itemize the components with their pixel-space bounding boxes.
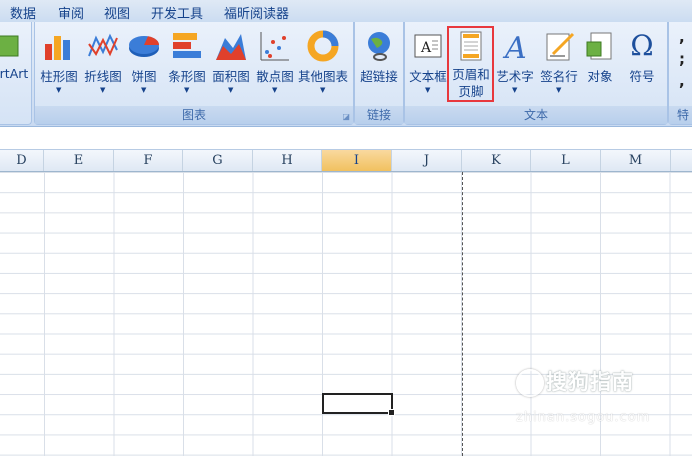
chevron-down-icon: ▼ [272, 86, 278, 94]
column-header-l[interactable]: L [531, 150, 601, 171]
charts-group-label: 图表 [35, 106, 353, 124]
column-header-k[interactable]: K [462, 150, 531, 171]
text-group: A 文本框 ▼ 页眉和 页脚 A 艺术字 ▼ 签名行 ▼ 对象 Ω 符号 文本 [404, 22, 668, 125]
column-header-f[interactable]: F [114, 150, 183, 171]
line-chart-label: 折线图 [84, 69, 122, 84]
smartart-group: rtArt [0, 22, 32, 125]
column-header-e[interactable]: E [44, 150, 114, 171]
column-chart-icon [45, 36, 70, 60]
chevron-down-icon: ▼ [56, 86, 62, 94]
pie-chart-label: 饼图 [131, 69, 157, 84]
punctuation-symbols[interactable]: , ; , [679, 26, 687, 92]
text-group-label: 文本 [405, 106, 667, 124]
chevron-down-icon: ▼ [512, 86, 518, 94]
formula-bar[interactable] [0, 127, 692, 150]
smartart-label: rtArt [0, 66, 29, 81]
dialog-launcher-icon[interactable]: ◪ [342, 112, 350, 121]
ribbon: rtArt 柱形图 ▼ 折线图 ▼ 饼图 ▼ 条形图 ▼ 面积图 ▼ 散点图 ▼… [0, 22, 692, 127]
scatter-chart-label: 散点图 [256, 69, 294, 84]
line-chart-icon [88, 33, 118, 57]
column-header-m[interactable]: M [601, 150, 671, 171]
signature-line-label: 签名行 [540, 69, 578, 84]
textbox-label: 文本框 [409, 69, 447, 84]
page-break-line [462, 172, 463, 456]
chevron-down-icon: ▼ [425, 86, 431, 94]
chevron-down-icon: ▼ [320, 86, 326, 94]
omega-symbol-icon: Ω [630, 29, 654, 62]
column-header-j[interactable]: J [392, 150, 462, 171]
charts-group: 柱形图 ▼ 折线图 ▼ 饼图 ▼ 条形图 ▼ 面积图 ▼ 散点图 ▼ 其他图表 … [34, 22, 354, 125]
svg-text:A: A [502, 31, 527, 62]
column-headers: D E F G H I J K L M [0, 150, 692, 172]
menu-review[interactable]: 审阅 [58, 3, 84, 22]
wordart-label: 艺术字 [496, 69, 534, 84]
column-header-partial[interactable] [671, 150, 692, 171]
watermark-url: zhinan.sogou.com [516, 410, 651, 425]
area-chart-label: 面积图 [212, 69, 250, 84]
object-icon [586, 32, 612, 60]
svg-text:A: A [420, 40, 432, 56]
other-charts-label: 其他图表 [297, 69, 348, 84]
area-chart-icon [216, 34, 246, 60]
header-footer-highlight-box [447, 26, 494, 102]
links-group-label: 链接 [355, 106, 403, 124]
textbox-icon: A [414, 34, 442, 58]
wordart-icon: A [502, 31, 527, 62]
menu-view[interactable]: 视图 [104, 3, 130, 22]
bar-chart-icon [173, 33, 201, 58]
special-group-label: 特 [669, 106, 692, 124]
chevron-down-icon: ▼ [141, 86, 147, 94]
hyperlink-label: 超链接 [360, 69, 398, 84]
sogou-logo-icon [516, 369, 544, 397]
links-group: 超链接 链接 [354, 22, 404, 125]
watermark-text: 搜狗指南 [546, 370, 634, 394]
pie-chart-icon [129, 36, 160, 57]
chevron-down-icon: ▼ [556, 86, 562, 94]
menu-developer[interactable]: 开发工具 [151, 3, 203, 22]
bar-chart-label: 条形图 [168, 69, 206, 84]
active-cell[interactable] [322, 393, 395, 416]
donut-chart-icon [307, 30, 339, 62]
signature-pen-icon [546, 32, 575, 61]
menu-data[interactable]: 数据 [10, 3, 36, 22]
hyperlink-globe-icon [368, 32, 390, 61]
chevron-down-icon: ▼ [100, 86, 106, 94]
column-header-g[interactable]: G [183, 150, 253, 171]
special-symbols-group: , ; , 特 [668, 22, 692, 125]
menu-bar: 数据 审阅 视图 开发工具 福昕阅读器 [0, 0, 692, 22]
column-header-h[interactable]: H [253, 150, 322, 171]
object-label: 对象 [587, 69, 613, 84]
chevron-down-icon: ▼ [184, 86, 190, 94]
scatter-chart-icon [260, 32, 289, 61]
smartart-icon [0, 35, 19, 57]
chevron-down-icon: ▼ [228, 86, 234, 94]
column-header-i[interactable]: I [322, 150, 392, 171]
column-chart-label: 柱形图 [40, 69, 78, 84]
column-header-d[interactable]: D [0, 150, 44, 171]
menu-foxit-reader[interactable]: 福昕阅读器 [224, 3, 289, 22]
symbol-label: 符号 [629, 69, 655, 84]
